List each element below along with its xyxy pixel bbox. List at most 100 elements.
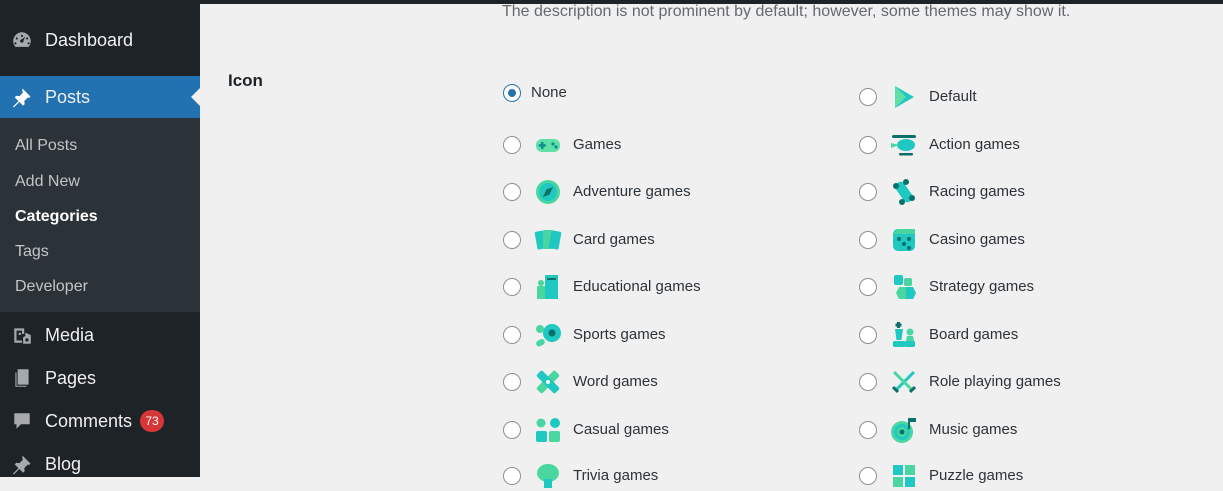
- radio-racing-games[interactable]: [859, 183, 877, 201]
- icon-option-casual-games[interactable]: Casual games: [503, 415, 669, 445]
- radio-casino-games[interactable]: [859, 231, 877, 249]
- radio-adventure-games[interactable]: [503, 183, 521, 201]
- radio-music-games[interactable]: [859, 421, 877, 439]
- radio-card-games[interactable]: [503, 231, 521, 249]
- option-label: Adventure games: [573, 183, 691, 200]
- menu-label: Blog: [45, 453, 82, 474]
- option-label: Trivia games: [573, 467, 659, 484]
- current-menu-arrow: [191, 88, 200, 106]
- icon-option-board-games[interactable]: Board games: [859, 320, 1018, 350]
- helicopter-icon: [889, 130, 919, 160]
- radio-educational-games[interactable]: [503, 278, 521, 296]
- radio-strategy-games[interactable]: [859, 278, 877, 296]
- option-label: None: [531, 84, 567, 101]
- gamepad-icon: [533, 130, 563, 160]
- option-label: Strategy games: [929, 278, 1035, 295]
- submenu-tags[interactable]: Tags: [15, 243, 49, 261]
- option-label: Board games: [929, 326, 1019, 343]
- menu-label: Posts: [45, 86, 91, 107]
- chess-pieces-icon: [889, 272, 919, 302]
- option-label: Casino games: [929, 231, 1025, 248]
- icon-option-none[interactable]: None: [503, 78, 567, 108]
- option-label: Sports games: [573, 326, 666, 343]
- media-icon: [11, 324, 33, 346]
- icon-option-trivia-games[interactable]: Trivia games: [503, 461, 658, 491]
- icon-option-games[interactable]: Games: [503, 130, 621, 160]
- radio-action-games[interactable]: [859, 136, 877, 154]
- pushpin-icon: [11, 86, 33, 108]
- menu-label: Comments: [45, 410, 133, 431]
- submenu-developer[interactable]: Developer: [15, 278, 88, 296]
- menu-media[interactable]: Media: [0, 316, 200, 354]
- icon-option-action-games[interactable]: Action games: [859, 130, 1020, 160]
- speech-bubble-icon: [11, 410, 33, 432]
- menu-dashboard[interactable]: Dashboard: [0, 20, 200, 60]
- menu-comments[interactable]: Comments 73: [0, 402, 200, 440]
- radio-board-games[interactable]: [859, 326, 877, 344]
- gauge-icon: [11, 29, 33, 51]
- option-label: Educational games: [573, 278, 701, 295]
- comments-count-badge: 73: [140, 410, 165, 432]
- menu-label: Dashboard: [45, 29, 134, 50]
- radio-none[interactable]: [503, 84, 521, 102]
- option-label: Games: [573, 136, 622, 153]
- cards-icon: [533, 225, 563, 255]
- icon-option-adventure-games[interactable]: Adventure games: [503, 177, 691, 207]
- submenu-add-new[interactable]: Add New: [15, 173, 80, 191]
- menu-blog[interactable]: Blog: [0, 445, 200, 483]
- compass-icon: [533, 177, 563, 207]
- icon-option-educational-games[interactable]: Educational games: [503, 272, 701, 302]
- letter-tiles-icon: [533, 367, 563, 397]
- menu-posts[interactable]: Posts: [0, 76, 200, 118]
- icon-option-racing-games[interactable]: Racing games: [859, 177, 1025, 207]
- icon-option-word-games[interactable]: Word games: [503, 367, 658, 397]
- race-car-icon: [889, 177, 919, 207]
- pages-icon: [11, 367, 33, 389]
- radio-games[interactable]: [503, 136, 521, 154]
- option-label: Racing games: [929, 183, 1025, 200]
- icon-option-puzzle-games[interactable]: Puzzle games: [859, 461, 1023, 491]
- chess-king-pawn-icon: [889, 320, 919, 350]
- option-label: Music games: [929, 421, 1018, 438]
- ball-icon: [533, 320, 563, 350]
- dice-icon: [889, 225, 919, 255]
- radio-sports-games[interactable]: [503, 326, 521, 344]
- play-triangle-icon: [889, 82, 919, 112]
- icon-option-sports-games[interactable]: Sports games: [503, 320, 666, 350]
- icon-option-strategy-games[interactable]: Strategy games: [859, 272, 1034, 302]
- option-label: Role playing games: [929, 373, 1061, 390]
- icon-option-default[interactable]: Default: [859, 82, 977, 112]
- icon-option-card-games[interactable]: Card games: [503, 225, 655, 255]
- pushpin-icon: [11, 453, 33, 475]
- radio-trivia-games[interactable]: [503, 467, 521, 485]
- option-label: Card games: [573, 231, 655, 248]
- option-label: Action games: [929, 136, 1020, 153]
- icon-option-music-games[interactable]: Music games: [859, 415, 1017, 445]
- radio-word-games[interactable]: [503, 373, 521, 391]
- description-hint: The description is not prominent by defa…: [502, 3, 1071, 20]
- option-label: Word games: [573, 373, 658, 390]
- radio-casual-games[interactable]: [503, 421, 521, 439]
- option-label: Default: [929, 88, 977, 105]
- icon-option-casino-games[interactable]: Casino games: [859, 225, 1025, 255]
- brain-icon: [533, 461, 563, 491]
- radio-default[interactable]: [859, 88, 877, 106]
- puzzle-icon: [889, 461, 919, 491]
- option-label: Casual games: [573, 421, 669, 438]
- menu-pages[interactable]: Pages: [0, 359, 200, 397]
- radio-role-playing-games[interactable]: [859, 373, 877, 391]
- music-target-icon: [889, 415, 919, 445]
- submenu-categories[interactable]: Categories: [15, 208, 98, 226]
- admin-sidebar: Dashboard Posts All Posts Add New Catego…: [0, 0, 200, 477]
- menu-label: Media: [45, 324, 95, 345]
- blocks-icon: [533, 415, 563, 445]
- icon-field-label: Icon: [228, 71, 263, 90]
- posts-submenu: All Posts Add New Categories Tags Develo…: [0, 118, 200, 312]
- radio-puzzle-games[interactable]: [859, 467, 877, 485]
- book-icon: [533, 272, 563, 302]
- icon-option-role-playing-games[interactable]: Role playing games: [859, 367, 1061, 397]
- option-label: Puzzle games: [929, 467, 1024, 484]
- crossed-swords-icon: [889, 367, 919, 397]
- menu-label: Pages: [45, 367, 97, 388]
- submenu-all-posts[interactable]: All Posts: [15, 137, 77, 155]
